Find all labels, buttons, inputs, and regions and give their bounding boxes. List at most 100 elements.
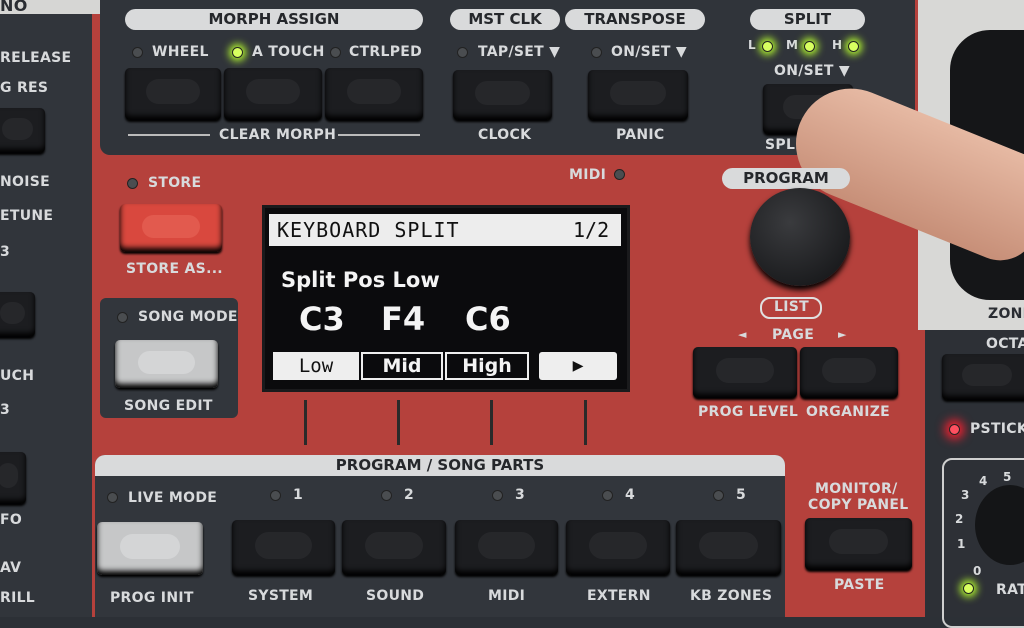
part-5-label: 5 [736, 487, 747, 503]
split-header: SPLIT [750, 9, 865, 30]
part-3-label: 3 [515, 487, 526, 503]
part-1-label: 1 [293, 487, 304, 503]
left-label: G RES [0, 80, 49, 96]
part-4-led [602, 490, 613, 501]
prog-level-label: PROG LEVEL [698, 404, 799, 420]
page-left-icon: ◄ [738, 328, 747, 341]
store-as-label: STORE AS... [126, 261, 223, 277]
rate-tick-4: 4 [979, 474, 988, 488]
extern-label: EXTERN [587, 588, 651, 604]
display-page: 1/2 [573, 218, 610, 242]
live-mode-label: LIVE MODE [128, 490, 218, 506]
wheel-label: WHEEL [152, 44, 209, 60]
soft-key-marker [584, 400, 587, 445]
kb-zones-label: KB ZONES [690, 588, 773, 604]
transpose-header: TRANSPOSE [565, 9, 705, 30]
morph-ctrlped-button[interactable] [325, 68, 423, 120]
part-2-label: 2 [404, 487, 415, 503]
ctrlped-led [330, 47, 341, 58]
clock-label: CLOCK [478, 127, 532, 143]
part-5-led [713, 490, 724, 501]
rate-label: RAT [996, 582, 1024, 598]
song-mode-label: SONG MODE [138, 309, 238, 325]
tab-low[interactable]: Low [273, 352, 359, 380]
split-m-label: M [786, 38, 799, 52]
paste-label: PASTE [834, 577, 885, 593]
sound-button[interactable] [342, 520, 446, 575]
system-label: SYSTEM [248, 588, 314, 604]
song-edit-label: SONG EDIT [124, 398, 213, 414]
tap-set-label: TAP/SET ▼ [478, 44, 561, 60]
soft-key-marker [397, 400, 400, 445]
part-2-led [381, 490, 392, 501]
transpose-button[interactable] [588, 70, 688, 120]
soft-key-marker [490, 400, 493, 445]
tap-set-button[interactable] [453, 70, 552, 120]
left-label: RELEASE [0, 50, 72, 66]
split-value-high: C6 [465, 300, 511, 338]
morph-atouch-button[interactable] [224, 68, 322, 120]
left-label: UCH [0, 368, 35, 384]
monitor-button[interactable] [805, 518, 912, 570]
rate-tick-0: 0 [973, 564, 982, 578]
wheel-led [132, 47, 143, 58]
brand-fragment: NO [0, 0, 28, 15]
split-on-set-label: ON/SET ▼ [774, 63, 850, 79]
parts-header: PROGRAM / SONG PARTS [95, 455, 785, 476]
store-label: STORE [148, 175, 202, 191]
left-button[interactable] [0, 108, 45, 153]
left-label: AV [0, 560, 22, 576]
pstick-label: PSTICK [970, 421, 1024, 437]
midi-button[interactable] [455, 520, 558, 575]
program-knob[interactable] [750, 188, 850, 286]
split-l-led [762, 41, 773, 52]
split-h-led [848, 41, 859, 52]
rate-tick-3: 3 [961, 488, 970, 502]
live-mode-led [107, 492, 118, 503]
tab-high[interactable]: High [445, 352, 529, 380]
song-mode-led [117, 312, 128, 323]
next-arrow-icon[interactable]: ▶ [539, 352, 617, 380]
morph-wheel-button[interactable] [125, 68, 221, 120]
panic-label: PANIC [616, 127, 665, 143]
kb-zones-button[interactable] [676, 520, 781, 575]
part-4-label: 4 [625, 487, 636, 503]
left-label: ETUNE [0, 208, 54, 224]
midi-part-label: MIDI [488, 588, 526, 604]
system-button[interactable] [232, 520, 335, 575]
pstick-led [949, 424, 960, 435]
part-3-led [492, 490, 503, 501]
split-value-mid: F4 [381, 300, 426, 338]
divider [338, 134, 420, 136]
zone-label: ZONE [988, 306, 1024, 322]
program-header: PROGRAM [722, 168, 850, 189]
part-1-led [270, 490, 281, 501]
extern-button[interactable] [566, 520, 670, 575]
left-button[interactable] [0, 292, 35, 337]
left-label: FO [0, 512, 23, 528]
monitor-label: MONITOR/ [815, 481, 898, 497]
song-mode-button[interactable] [115, 340, 218, 388]
left-button[interactable] [0, 452, 26, 504]
store-button[interactable] [120, 204, 222, 252]
a-touch-label: A TOUCH [252, 44, 325, 60]
clear-morph-label: CLEAR MORPH [219, 127, 337, 143]
rate-tick-2: 2 [955, 512, 964, 526]
lcd-display: KEYBOARD SPLIT 1/2 Split Pos Low C3 F4 C… [262, 205, 630, 392]
prog-level-button[interactable] [693, 347, 797, 398]
midi-label: MIDI [569, 167, 607, 183]
organize-label: ORGANIZE [806, 404, 891, 420]
transpose-on-set-label: ON/SET ▼ [611, 44, 687, 60]
tap-set-led [457, 47, 468, 58]
divider [128, 134, 210, 136]
mst-clk-header: MST CLK [450, 9, 560, 30]
split-m-led [804, 41, 815, 52]
rate-tick-1: 1 [957, 537, 966, 551]
octave-button[interactable] [942, 354, 1024, 400]
organize-button[interactable] [800, 347, 898, 398]
live-mode-button[interactable] [97, 522, 203, 575]
midi-led [614, 169, 625, 180]
morph-assign-header: MORPH ASSIGN [125, 9, 423, 30]
tab-mid[interactable]: Mid [361, 352, 443, 380]
a-touch-led [232, 47, 243, 58]
